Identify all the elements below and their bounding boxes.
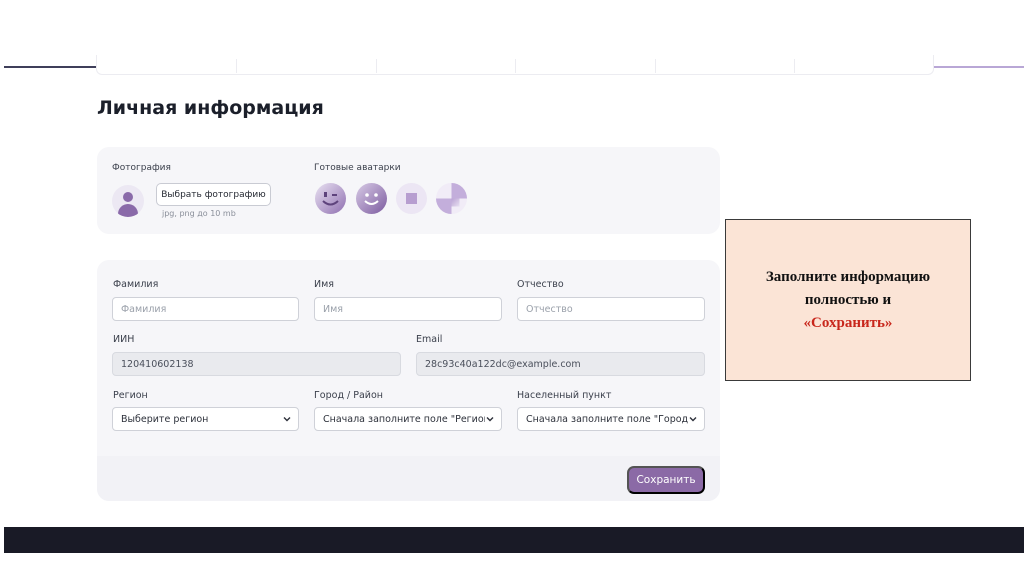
avatar-wink-icon[interactable] — [315, 183, 346, 214]
nav-separator — [794, 59, 795, 73]
callout-line-2: полностью и — [804, 291, 892, 308]
settlement-select[interactable]: Сначала заполните поле "Город / Район" — [517, 407, 705, 431]
settlement-label: Населенный пункт — [517, 390, 612, 401]
region-select[interactable]: Выберите регион — [112, 407, 299, 431]
city-label: Город / Район — [314, 390, 384, 401]
chevron-down-icon — [283, 417, 291, 422]
email-label: Email — [416, 334, 443, 345]
nav-separator — [236, 59, 237, 73]
photo-card: Фотография Выбрать фотографию jpg, png д… — [97, 147, 720, 234]
patronymic-label: Отчество — [517, 279, 564, 290]
decor-line-left — [4, 66, 98, 68]
settlement-select-value: Сначала заполните поле "Город / Район" — [526, 413, 688, 425]
presets-label: Готовые аватарки — [314, 163, 401, 173]
iin-label: ИИН — [113, 334, 135, 345]
region-select-value: Выберите регион — [121, 413, 209, 425]
callout-line-1: Заполните информацию — [765, 268, 931, 285]
user-avatar-icon — [112, 185, 144, 217]
personal-info-form: Фамилия Имя Отчество Фамилия Имя Отчеств… — [97, 260, 720, 501]
avatar-geometric-icon[interactable] — [436, 183, 467, 214]
page-title: Личная информация — [97, 97, 324, 119]
email-field: 28c93c40a122dc@example.com — [416, 352, 705, 376]
nav-separator — [655, 59, 656, 73]
last-name-input[interactable]: Фамилия — [112, 297, 299, 321]
choose-photo-button[interactable]: Выбрать фотографию — [156, 183, 271, 206]
instruction-callout: Заполните информацию полностью и «Сохран… — [725, 219, 971, 381]
decor-line-right — [932, 66, 1024, 68]
first-name-label: Имя — [314, 279, 334, 290]
top-nav-strip — [96, 55, 934, 75]
last-name-label: Фамилия — [113, 279, 159, 290]
save-button[interactable]: Сохранить — [627, 466, 705, 494]
nav-separator — [515, 59, 516, 73]
nav-separator — [376, 59, 377, 73]
region-label: Регион — [113, 390, 148, 401]
city-select[interactable]: Сначала заполните поле "Регион" — [314, 407, 502, 431]
avatar-smile-icon[interactable] — [356, 183, 387, 214]
first-name-input[interactable]: Имя — [314, 297, 502, 321]
avatar-square-icon[interactable] — [396, 183, 427, 214]
patronymic-input[interactable]: Отчество — [517, 297, 705, 321]
chevron-down-icon — [486, 417, 494, 422]
bottom-band — [4, 527, 1024, 553]
city-select-value: Сначала заполните поле "Регион" — [323, 413, 485, 425]
photo-label: Фотография — [112, 163, 171, 173]
iin-field: 120410602138 — [112, 352, 401, 376]
photo-format-hint: jpg, png до 10 mb — [162, 209, 236, 218]
chevron-down-icon — [689, 417, 697, 422]
page: Личная информация Фотография Выбрать фот… — [0, 0, 1024, 574]
callout-line-3: «Сохранить» — [803, 314, 893, 331]
